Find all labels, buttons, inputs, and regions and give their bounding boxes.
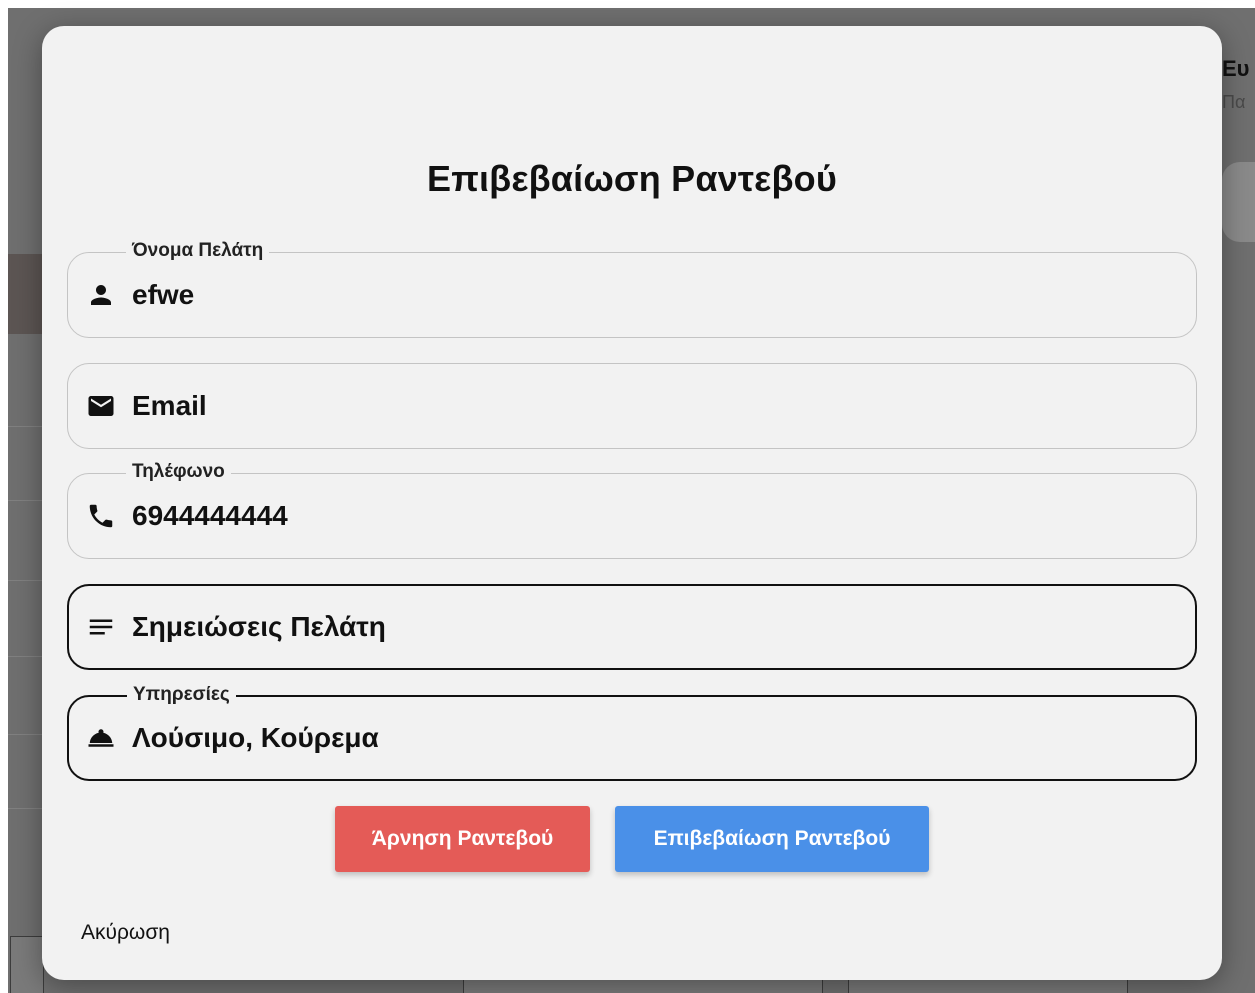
customer-name-field[interactable]: Όνομα Πελάτη efwe (67, 239, 1197, 338)
dialog-title: Επιβεβαίωση Ραντεβού (426, 158, 837, 199)
phone-value: 6944444444 (132, 500, 288, 531)
customer-notes-input[interactable] (132, 611, 1132, 643)
email-field[interactable] (67, 363, 1197, 449)
deny-appointment-button[interactable]: Άρνηση Ραντεβού (335, 806, 590, 872)
customer-name-value: efwe (132, 279, 195, 310)
services-label: Υπηρεσίες (127, 683, 236, 707)
background-calendar-cell (10, 936, 44, 993)
phone-field[interactable]: Τηλέφωνο 6944444444 (67, 460, 1197, 559)
background-heading: Ευ (1222, 56, 1250, 81)
mail-icon (84, 389, 118, 423)
confirm-appointment-button[interactable]: Επιβεβαίωση Ραντεβού (615, 806, 929, 872)
customer-name-label: Όνομα Πελάτη (126, 239, 270, 263)
phone-label: Τηλέφωνο (126, 460, 231, 484)
room-service-icon (84, 721, 118, 755)
customer-notes-field[interactable] (67, 584, 1197, 670)
notes-icon (84, 610, 118, 644)
background-card (1222, 162, 1255, 242)
services-field[interactable]: Υπηρεσίες Λούσιμο, Κούρεμα (67, 683, 1197, 781)
phone-icon (84, 499, 118, 533)
background-subheading: Πα (1222, 92, 1246, 112)
cancel-button[interactable]: Ακύρωση (81, 921, 170, 945)
services-value: Λούσιμο, Κούρεμα (132, 722, 379, 753)
person-icon (84, 278, 118, 312)
email-input[interactable] (132, 390, 1132, 422)
appointment-confirm-dialog: Επιβεβαίωση Ραντεβού Όνομα Πελάτη efwe Τ… (42, 26, 1222, 980)
